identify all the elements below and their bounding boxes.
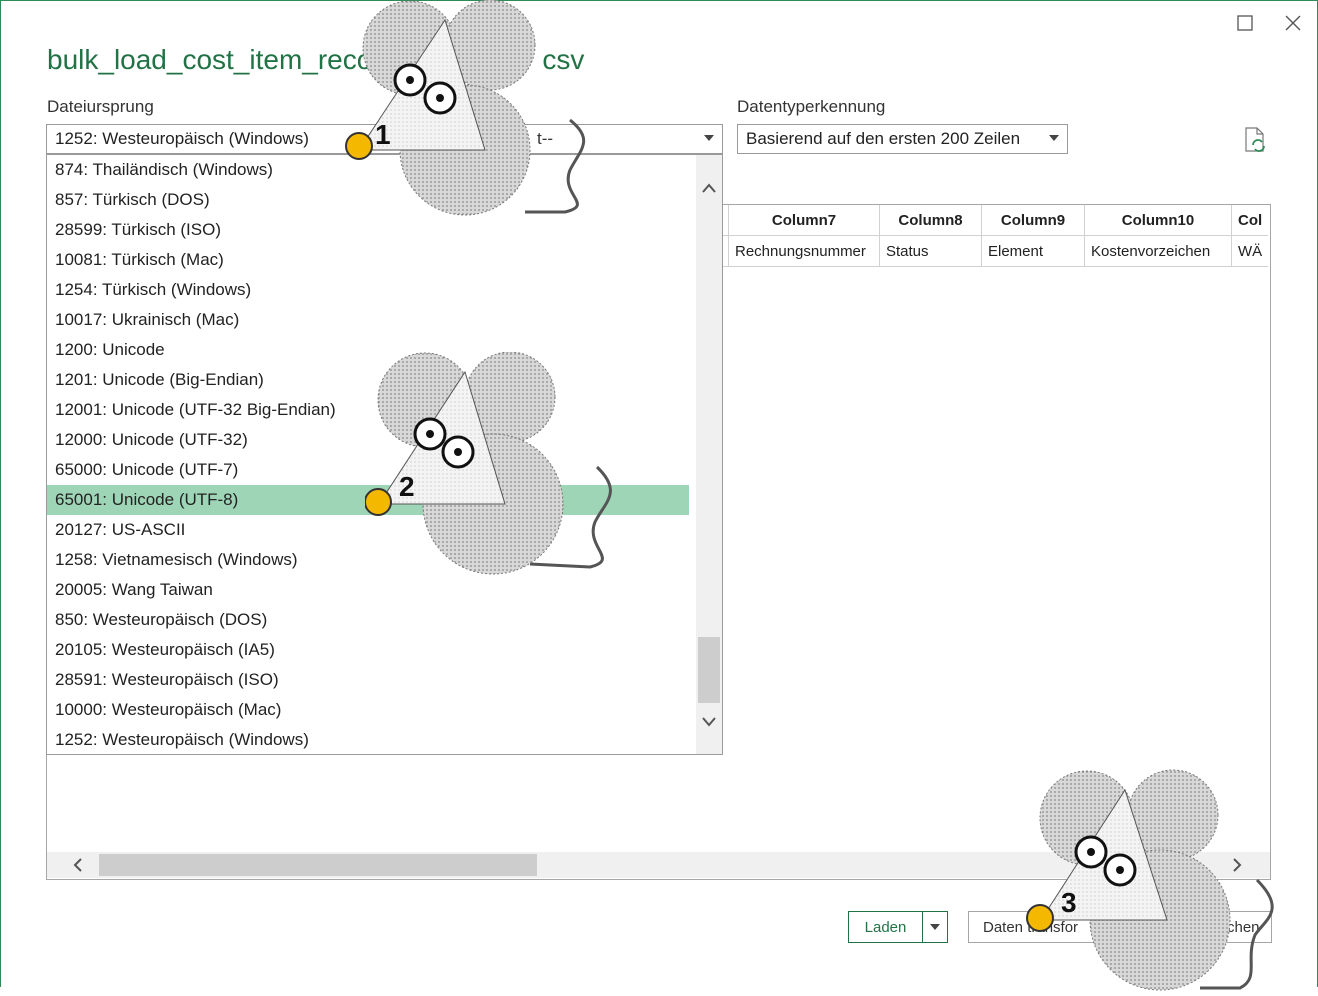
column-header[interactable]: Column8 xyxy=(879,205,982,236)
load-button[interactable]: Laden xyxy=(848,911,922,943)
load-button-label: Laden xyxy=(864,918,907,936)
close-button[interactable] xyxy=(1280,10,1306,36)
type-detection-select[interactable]: Basierend auf den ersten 200 Zeilen xyxy=(737,124,1068,154)
file-origin-label: Dateiursprung xyxy=(47,97,154,116)
vertical-scrollbar[interactable] xyxy=(696,155,722,754)
scrollbar-thumb[interactable] xyxy=(698,637,720,703)
close-icon xyxy=(1285,15,1301,31)
mouse-marker-1: 1 xyxy=(345,0,586,216)
file-origin-value: 1252: Westeuropäisch (Windows) xyxy=(55,129,309,148)
column-header[interactable]: Column9 xyxy=(981,205,1085,236)
dropdown-option[interactable]: 850: Westeuropäisch (DOS) xyxy=(47,605,689,635)
maximize-icon xyxy=(1237,15,1253,31)
refresh-button[interactable] xyxy=(1243,127,1269,155)
marker-number: 2 xyxy=(399,471,415,502)
dropdown-option[interactable]: 10081: Türkisch (Mac) xyxy=(47,245,689,275)
mouse-marker-3: 3 xyxy=(1026,769,1274,991)
chevron-down-icon xyxy=(1049,135,1059,141)
table-cell: WÄ xyxy=(1231,235,1269,267)
title-text: bulk_load_cost_item_reco xyxy=(47,44,373,75)
dropdown-option[interactable]: 1254: Türkisch (Windows) xyxy=(47,275,689,305)
dropdown-option[interactable]: 1252: Westeuropäisch (Windows) xyxy=(47,725,689,754)
preview-table: Column7 Column8 Column9 Column10 Col Rec… xyxy=(686,205,1269,267)
table-cell: Element xyxy=(981,235,1085,267)
table-cell: Rechnungsnummer xyxy=(728,235,880,267)
table-cell: Status xyxy=(879,235,982,267)
refresh-icon xyxy=(1245,127,1265,152)
scrollbar-thumb[interactable] xyxy=(99,854,537,876)
column-header[interactable]: Column10 xyxy=(1084,205,1232,236)
type-detection-label: Datentyperkennung xyxy=(737,97,886,116)
chevron-down-icon xyxy=(930,924,940,930)
dropdown-option[interactable]: 10017: Ukrainisch (Mac) xyxy=(47,305,689,335)
dropdown-option[interactable]: 20105: Westeuropäisch (IA5) xyxy=(47,635,689,665)
chevron-down-icon xyxy=(704,135,714,141)
load-options-button[interactable] xyxy=(922,911,948,943)
chevron-down-icon[interactable] xyxy=(701,715,717,729)
dropdown-option[interactable]: 28591: Westeuropäisch (ISO) xyxy=(47,665,689,695)
table-header-row: Column7 Column8 Column9 Column10 Col xyxy=(686,205,1269,236)
mouse-marker-2: 2 xyxy=(365,352,612,575)
marker-number: 3 xyxy=(1061,887,1077,918)
maximize-button[interactable] xyxy=(1232,10,1258,36)
type-detection-value: Basierend auf den ersten 200 Zeilen xyxy=(746,129,1021,148)
dropdown-option[interactable]: 10000: Westeuropäisch (Mac) xyxy=(47,695,689,725)
table-cell: Kostenvorzeichen xyxy=(1084,235,1232,267)
chevron-left-icon[interactable] xyxy=(71,857,85,873)
marker-number: 1 xyxy=(375,119,391,150)
column-header[interactable]: Col xyxy=(1231,205,1269,236)
column-header[interactable]: Column7 xyxy=(728,205,880,236)
table-row: Rechnungsnummer Status Element Kostenvor… xyxy=(686,235,1269,267)
chevron-up-icon[interactable] xyxy=(701,181,717,195)
